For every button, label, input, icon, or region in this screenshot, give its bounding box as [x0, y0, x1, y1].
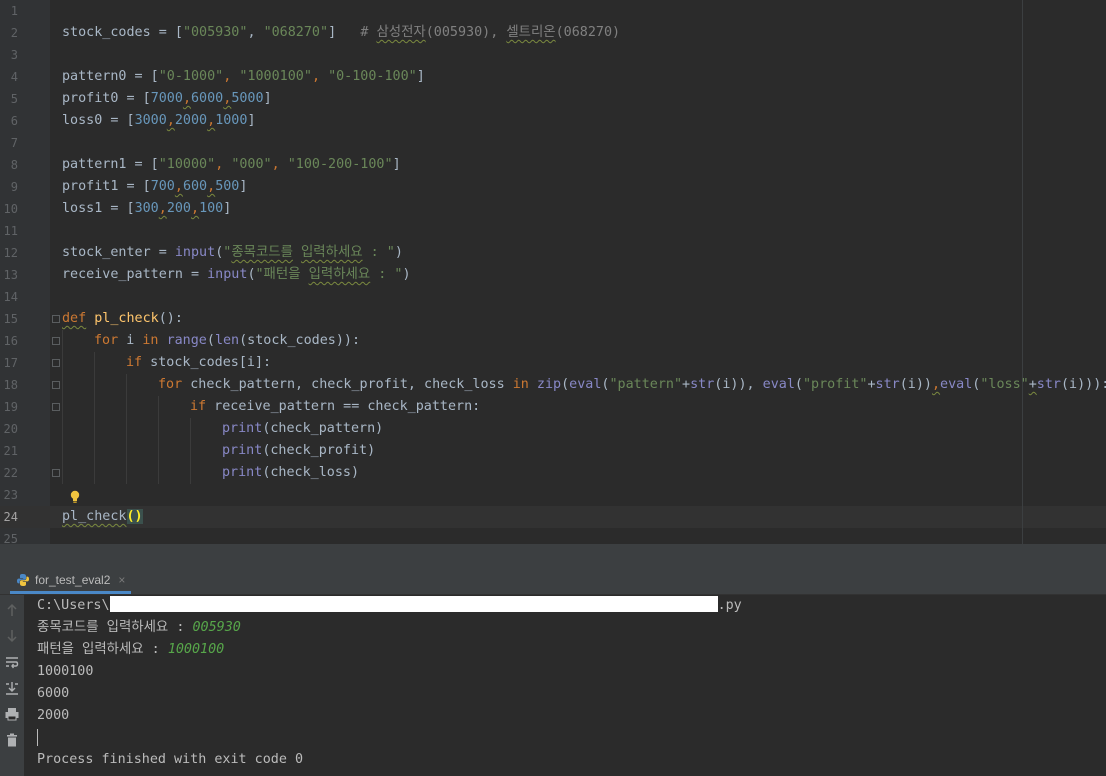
code-line-4: pattern0 = ["0-1000", "1000100", "0-100-…	[62, 69, 425, 84]
line-number: 14	[3, 290, 18, 304]
python-icon	[17, 573, 29, 586]
console-line-prompt1: 종목코드를 입력하세요 : 005930	[37, 620, 241, 635]
code-line-18: for check_pattern, check_profit, check_l…	[158, 377, 1106, 392]
fold-marker-icon[interactable]	[52, 359, 60, 367]
fold-end-marker-icon[interactable]	[52, 469, 60, 477]
console-line-prompt2: 패턴을 입력하세요 : 1000100	[37, 642, 225, 657]
line-number: 9	[10, 180, 18, 194]
line-number: 8	[10, 158, 18, 172]
lightbulb-icon[interactable]	[70, 490, 80, 504]
line-number: 20	[3, 422, 18, 436]
close-icon[interactable]: ×	[118, 573, 125, 587]
fold-marker-icon[interactable]	[52, 337, 60, 345]
arrow-down-icon[interactable]	[4, 628, 20, 644]
soft-wrap-icon[interactable]	[4, 654, 20, 670]
line-number: 12	[3, 246, 18, 260]
line-number: 17	[3, 356, 18, 370]
code-line-17: if stock_codes[i]:	[126, 355, 272, 370]
code-line-19: if receive_pattern == check_pattern:	[190, 399, 481, 414]
text-cursor	[37, 729, 38, 746]
indent-guide	[126, 374, 127, 484]
code-line-6: loss0 = [3000,2000,1000]	[62, 113, 256, 128]
line-number: 21	[3, 444, 18, 458]
line-number: 23	[3, 488, 18, 502]
line-number: 15	[3, 312, 18, 326]
console-line-output: 2000	[37, 708, 70, 723]
line-number: 1	[10, 4, 18, 18]
code-line-21: print(check_profit)	[222, 443, 376, 458]
panel-divider[interactable]	[0, 544, 1106, 568]
line-number: 25	[3, 532, 18, 544]
console-line-exit: Process finished with exit code 0	[37, 752, 304, 767]
code-line-10: loss1 = [300,200,100]	[62, 201, 232, 216]
line-number: 5	[10, 92, 18, 106]
code-line-16: for i in range(len(stock_codes)):	[94, 333, 361, 348]
console-toolbar	[0, 595, 24, 776]
redacted-path	[109, 596, 718, 612]
arrow-up-icon[interactable]	[4, 602, 20, 618]
run-tab[interactable]: for_test_eval2 ×	[10, 568, 132, 594]
indent-guide	[190, 418, 191, 484]
code-line-15: def pl_check():	[62, 311, 183, 326]
run-tab-label: for_test_eval2	[35, 572, 111, 587]
line-number: 7	[10, 136, 18, 150]
run-tool-window-header: for_test_eval2 ×	[0, 568, 1106, 595]
indent-guide	[158, 396, 159, 484]
line-number: 3	[10, 48, 18, 62]
code-line-24: pl_check()	[62, 509, 143, 524]
right-margin-guide	[1022, 0, 1023, 544]
line-number: 19	[3, 400, 18, 414]
fold-marker-icon[interactable]	[52, 315, 60, 323]
line-number: 13	[3, 268, 18, 282]
print-icon[interactable]	[4, 706, 20, 722]
code-line-8: pattern1 = ["10000", "000", "100-200-100…	[62, 157, 401, 172]
console-line-output: 6000	[37, 686, 70, 701]
line-number: 18	[3, 378, 18, 392]
console-line-command: C:\Users\ .py	[37, 596, 742, 613]
line-number: 4	[10, 70, 18, 84]
scroll-to-end-icon[interactable]	[4, 680, 20, 696]
indent-guide	[94, 352, 95, 484]
run-console[interactable]: C:\Users\ .py 종목코드를 입력하세요 : 005930 패턴을 입력…	[0, 595, 1106, 776]
code-editor[interactable]: 1 2 3 4 5 6 7 8 9 10 11 12 13 14 15 16 1…	[0, 0, 1106, 544]
code-line-9: profit1 = [700,600,500]	[62, 179, 248, 194]
line-number: 6	[10, 114, 18, 128]
code-line-12: stock_enter = input("종목코드를 입력하세요 : ")	[62, 245, 403, 260]
line-number: 11	[3, 224, 18, 238]
line-number: 22	[3, 466, 18, 480]
fold-marker-icon[interactable]	[52, 381, 60, 389]
current-line-highlight	[0, 506, 1106, 528]
line-number: 16	[3, 334, 18, 348]
indent-guide	[62, 330, 63, 484]
line-number: 10	[3, 202, 18, 216]
trash-icon[interactable]	[4, 732, 20, 748]
code-line-2: stock_codes = ["005930", "068270"] # 삼성전…	[62, 25, 621, 40]
code-line-20: print(check_pattern)	[222, 421, 384, 436]
code-line-22: print(check_loss)	[222, 465, 360, 480]
line-number: 2	[10, 26, 18, 40]
line-number-current: 24	[3, 510, 18, 524]
code-line-5: profit0 = [7000,6000,5000]	[62, 91, 272, 106]
console-line-output: 1000100	[37, 664, 94, 679]
code-line-13: receive_pattern = input("패턴을 입력하세요 : ")	[62, 267, 411, 282]
fold-marker-icon[interactable]	[52, 403, 60, 411]
